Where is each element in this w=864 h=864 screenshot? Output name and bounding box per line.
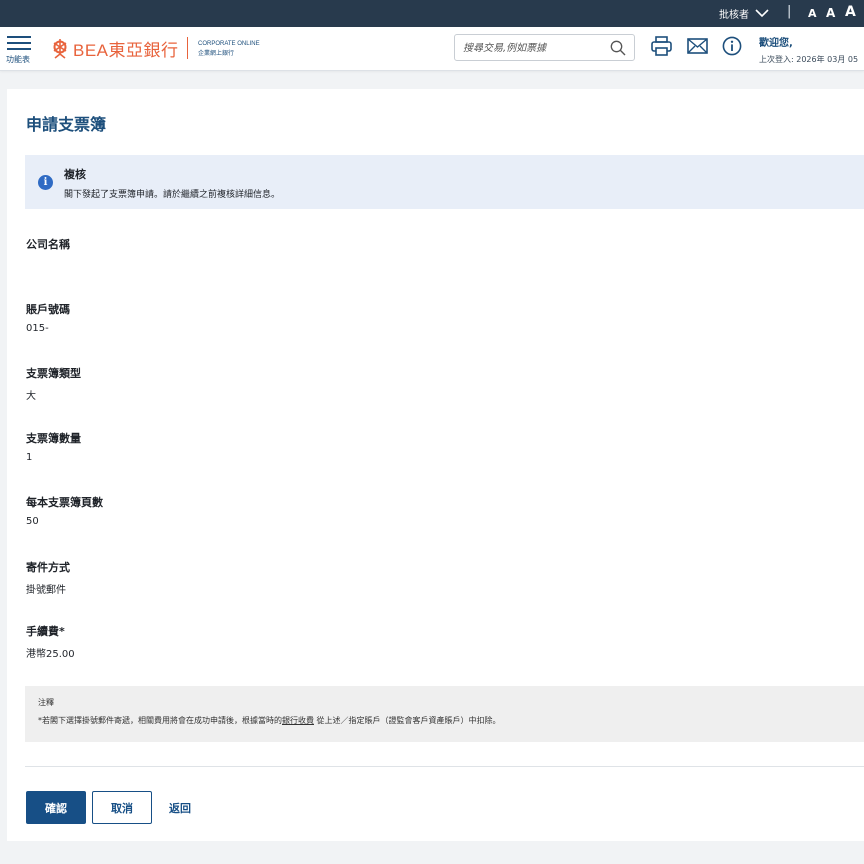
field-delivery-method: 寄件方式 掛號郵件 — [26, 559, 70, 596]
notice-message: 閣下發起了支票簿申請。請於繼續之前複核詳細信息。 — [64, 190, 281, 200]
search-icon[interactable] — [610, 40, 626, 56]
chevron-down-icon — [755, 9, 769, 18]
field-label: 支票簿類型 — [26, 367, 81, 380]
field-chequebook-quantity: 支票簿數量 1 — [26, 430, 81, 463]
role-selector[interactable]: 批核者 — [719, 6, 769, 21]
main-card: 申請支票簿 i 複核 閣下發起了支票簿申請。請於繼續之前複核詳細信息。 公司名稱… — [7, 89, 864, 841]
field-value: 1 — [26, 452, 33, 463]
field-value: 015- — [26, 323, 49, 334]
remarks-box: 注釋 *若閣下選擇掛號郵件寄遞，相關費用將會在成功申請後，根據當時的銀行收費 從… — [25, 686, 864, 742]
field-label: 手續費* — [26, 625, 65, 638]
font-size-medium-button[interactable]: A — [826, 6, 835, 20]
hamburger-icon-bar — [7, 48, 31, 50]
mail-icon[interactable] — [687, 38, 708, 54]
confirm-button[interactable]: 確認 — [26, 791, 86, 824]
search-box — [454, 34, 635, 61]
bank-charges-link[interactable]: 銀行收費 — [282, 716, 314, 725]
topbar-separator: | — [787, 4, 792, 19]
hamburger-icon — [7, 36, 31, 38]
remarks-title: 注釋 — [38, 698, 54, 707]
field-value: 50 — [26, 516, 39, 527]
corporate-online-label: CORPORATE ONLINE 企業網上銀行 — [198, 39, 260, 59]
logo-text: BEA東亞銀行 — [73, 41, 179, 60]
back-link[interactable]: 返回 — [169, 800, 191, 816]
field-company-name: 公司名稱 — [26, 236, 70, 258]
font-size-small-button[interactable]: A — [808, 7, 817, 20]
logo-divider — [187, 37, 188, 59]
corp-line-2: 企業網上銀行 — [198, 51, 235, 57]
info-circle-icon: i — [38, 175, 53, 190]
cancel-button[interactable]: 取消 — [92, 791, 152, 824]
field-chequebook-type: 支票簿類型 大 — [26, 365, 81, 402]
review-notice: i 複核 閣下發起了支票簿申請。請於繼續之前複核詳細信息。 — [25, 155, 864, 209]
menu-label: 功能表 — [6, 55, 30, 64]
search-input[interactable] — [463, 40, 603, 56]
corp-line-1: CORPORATE ONLINE — [198, 41, 260, 47]
field-label: 每本支票簿頁數 — [26, 496, 103, 509]
notice-title: 複核 — [64, 168, 86, 181]
field-value: 大 — [26, 391, 36, 402]
field-pages-per-book: 每本支票簿頁數 50 — [26, 494, 103, 527]
field-label: 寄件方式 — [26, 561, 70, 574]
top-bar: 批核者 | A A A — [0, 0, 864, 27]
font-size-large-button[interactable]: A — [845, 4, 856, 20]
field-value: 掛號郵件 — [26, 585, 66, 596]
role-label: 批核者 — [719, 10, 749, 21]
field-value: 港幣25.00 — [26, 649, 75, 660]
hamburger-icon-bar — [7, 42, 31, 44]
menu-button[interactable]: 功能表 — [6, 36, 35, 66]
field-label: 支票簿數量 — [26, 432, 81, 445]
last-login-text: 上次登入: 2026年 03月 05 — [759, 55, 859, 64]
field-account-number: 賬戶號碼 015- — [26, 301, 70, 334]
field-handling-fee: 手續費* 港幣25.00 — [26, 623, 75, 660]
info-icon[interactable] — [722, 36, 742, 56]
divider — [25, 766, 864, 767]
page-title: 申請支票簿 — [26, 115, 107, 134]
field-label: 賬戶號碼 — [26, 303, 70, 316]
welcome-text: 歡迎您, — [759, 38, 793, 49]
bea-logo-icon — [53, 38, 67, 59]
printer-icon[interactable] — [651, 36, 672, 56]
bank-logo[interactable]: BEA東亞銀行 — [51, 36, 179, 61]
remarks-text: *若閣下選擇掛號郵件寄遞，相關費用將會在成功申請後，根據當時的銀行收費 從上述／… — [38, 715, 501, 726]
field-label: 公司名稱 — [26, 238, 70, 251]
remarks-text-before: *若閣下選擇掛號郵件寄遞，相關費用將會在成功申請後，根據當時的 — [38, 716, 282, 725]
main-header: 功能表 BEA東亞銀行 CORPORATE ONLINE 企業網上銀行 歡迎您,… — [0, 27, 864, 71]
remarks-text-after: 從上述／指定賬戶（證監會客戶資產賬戶）中扣除。 — [314, 716, 501, 725]
